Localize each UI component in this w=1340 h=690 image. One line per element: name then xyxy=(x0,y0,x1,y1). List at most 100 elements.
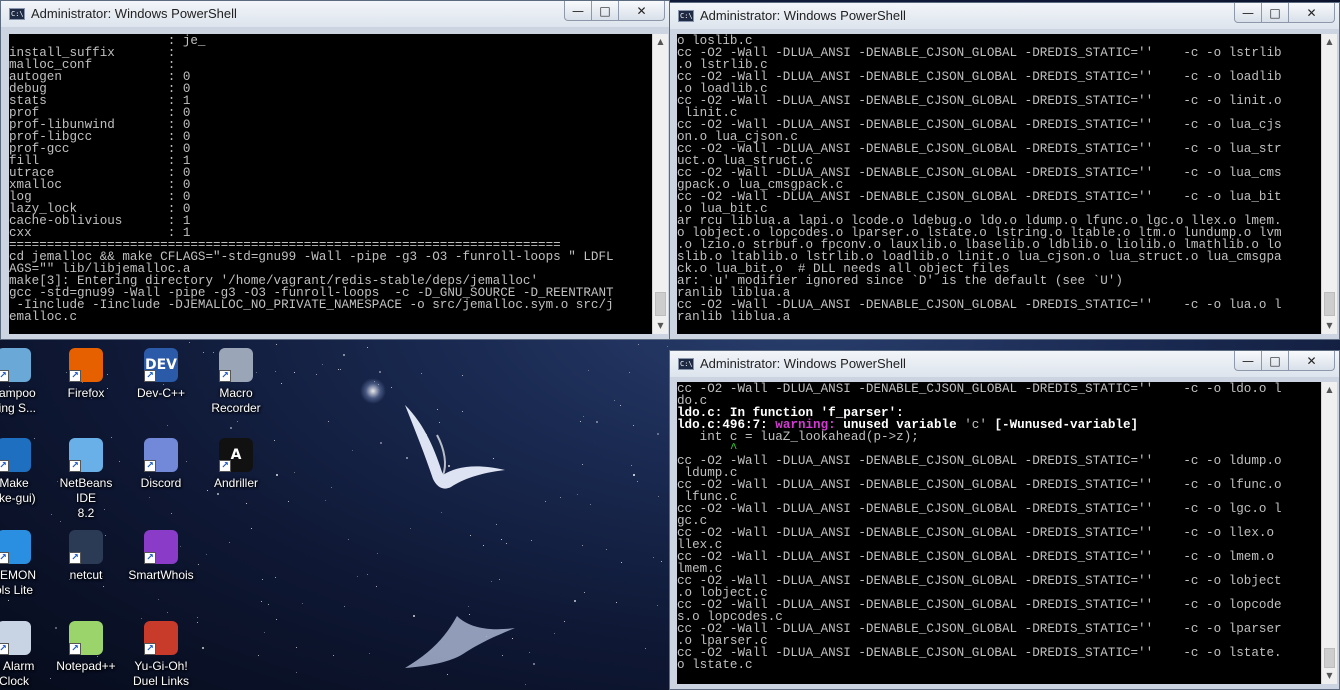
console-output[interactable]: : je_ install_suffix : malloc_conf : aut… xyxy=(9,34,652,334)
shortcut-arrow-icon: ↗ xyxy=(0,370,9,382)
scroll-down-arrow-icon[interactable]: ▼ xyxy=(653,318,668,334)
powershell-window-2[interactable]: C:\ Administrator: Windows PowerShell — … xyxy=(669,2,1340,340)
powershell-icon: C:\ xyxy=(9,8,25,20)
star xyxy=(525,684,526,685)
vertical-scrollbar[interactable]: ▲ ▼ xyxy=(1321,382,1337,684)
star xyxy=(441,512,442,513)
star xyxy=(577,494,578,495)
desktop-shortcut-label: Dev-C++ xyxy=(136,386,186,400)
desktop-shortcut[interactable]: ↗ Firefox xyxy=(48,348,124,401)
desktop-shortcut[interactable]: ↗ Discord xyxy=(123,438,199,491)
console-output[interactable]: o loslib.c cc -O2 -Wall -DLUA_ANSI -DENA… xyxy=(677,34,1321,334)
desktop-shortcut[interactable]: ↗ Yu-Gi-Oh! Duel Links xyxy=(123,621,199,689)
title-bar[interactable]: C:\ Administrator: Windows PowerShell — … xyxy=(670,351,1339,377)
star xyxy=(229,542,230,543)
console-line: cc -O2 -Wall -DLUA_ANSI -DENABLE_CJSON_G… xyxy=(677,478,1282,492)
star xyxy=(380,442,382,444)
window-title: Administrator: Windows PowerShell xyxy=(31,6,237,21)
close-button[interactable]: ✕ xyxy=(619,1,665,21)
desktop-shortcut-label: AEMONols Lite xyxy=(0,568,36,597)
star xyxy=(322,364,323,365)
star xyxy=(545,501,546,502)
star xyxy=(410,528,411,529)
console-output[interactable]: cc -O2 -Wall -DLUA_ANSI -DENABLE_CJSON_G… xyxy=(677,382,1321,684)
star xyxy=(158,599,159,600)
macro-recorder-icon: ↗ xyxy=(219,348,253,382)
shortcut-arrow-icon: ↗ xyxy=(144,370,156,382)
powershell-window-3[interactable]: C:\ Administrator: Windows PowerShell — … xyxy=(669,350,1340,690)
desktop-shortcut-label: netcut xyxy=(69,568,103,582)
desktop-shortcut-label: Macro Recorder xyxy=(211,386,261,415)
minimize-button[interactable]: — xyxy=(564,1,592,21)
desktop-shortcut[interactable]: ↗ e AlarmClock xyxy=(0,621,52,689)
console-line: emalloc.c xyxy=(9,310,78,324)
maximize-button[interactable]: □ xyxy=(1262,3,1289,23)
desktop-shortcut[interactable]: ↗ netcut xyxy=(48,530,124,583)
star-glow xyxy=(360,378,386,404)
desktop-shortcut[interactable]: ↗ Macro Recorder xyxy=(198,348,274,416)
maximize-button[interactable]: □ xyxy=(592,1,619,21)
bird-reflection-art xyxy=(405,616,515,668)
powershell-window-1[interactable]: C:\ Administrator: Windows PowerShell — … xyxy=(0,0,670,340)
scroll-down-arrow-icon[interactable]: ▼ xyxy=(1322,668,1337,684)
star xyxy=(606,549,607,550)
scroll-thumb[interactable] xyxy=(1324,292,1335,316)
star xyxy=(529,652,530,653)
scroll-down-arrow-icon[interactable]: ▼ xyxy=(1322,318,1337,334)
desktop-shortcut[interactable]: A ↗ Andriller xyxy=(198,438,274,491)
star xyxy=(276,619,277,620)
star xyxy=(506,543,507,544)
desktop-shortcut[interactable]: ↗ SmartWhois xyxy=(123,530,199,583)
minimize-button[interactable]: — xyxy=(1234,3,1262,23)
desktop-shortcut[interactable]: ↗ NetBeans IDE 8.2 xyxy=(48,438,124,521)
star xyxy=(533,663,535,665)
console-line: cc -O2 -Wall -DLUA_ANSI -DENABLE_CJSON_G… xyxy=(677,550,1275,564)
shortcut-arrow-icon: ↗ xyxy=(144,552,156,564)
star xyxy=(296,672,297,673)
star xyxy=(637,481,638,482)
star xyxy=(325,500,326,501)
desktop-shortcut-label: Andriller xyxy=(213,476,258,490)
desktop-shortcut[interactable]: ↗ hampooning S... xyxy=(0,348,52,416)
scroll-thumb[interactable] xyxy=(1324,648,1335,668)
star xyxy=(251,528,252,529)
star xyxy=(614,400,615,401)
minimize-button[interactable]: — xyxy=(1234,351,1262,371)
desktop-shortcut[interactable]: DEV ↗ Dev-C++ xyxy=(123,348,199,401)
scroll-up-arrow-icon[interactable]: ▲ xyxy=(1322,382,1337,398)
vertical-scrollbar[interactable]: ▲ ▼ xyxy=(1321,34,1337,334)
discord-icon: ↗ xyxy=(144,438,178,472)
scroll-up-arrow-icon[interactable]: ▲ xyxy=(1322,34,1337,50)
star xyxy=(483,545,484,546)
close-button[interactable]: ✕ xyxy=(1289,3,1335,23)
star xyxy=(206,554,207,555)
star xyxy=(653,557,654,558)
star xyxy=(103,586,104,587)
desktop-shortcut[interactable]: ↗ AEMONols Lite xyxy=(0,530,52,598)
star xyxy=(275,371,276,372)
maximize-button[interactable]: □ xyxy=(1262,351,1289,371)
shortcut-arrow-icon: ↗ xyxy=(69,643,81,655)
close-button[interactable]: ✕ xyxy=(1289,351,1335,371)
star xyxy=(274,440,275,441)
star xyxy=(275,577,276,578)
title-bar[interactable]: C:\ Administrator: Windows PowerShell — … xyxy=(1,1,669,27)
star xyxy=(596,421,598,423)
star xyxy=(141,618,142,619)
star xyxy=(281,383,282,384)
star xyxy=(564,621,565,622)
desktop-shortcut[interactable]: ↗ Notepad++ xyxy=(48,621,124,674)
star xyxy=(197,617,198,618)
star xyxy=(391,387,392,388)
desktop-shortcut[interactable]: ↗ Makeake-gui) xyxy=(0,438,52,506)
scroll-up-arrow-icon[interactable]: ▲ xyxy=(653,34,668,50)
title-bar[interactable]: C:\ Administrator: Windows PowerShell — … xyxy=(670,3,1339,29)
vertical-scrollbar[interactable]: ▲ ▼ xyxy=(652,34,668,334)
desktop-shortcut-label: Firefox xyxy=(67,386,105,400)
shortcut-arrow-icon: ↗ xyxy=(0,552,9,564)
console-line: cc -O2 -Wall -DLUA_ANSI -DENABLE_CJSON_G… xyxy=(677,502,1282,516)
star xyxy=(590,504,591,505)
star xyxy=(264,632,265,633)
scroll-thumb[interactable] xyxy=(655,292,666,316)
star xyxy=(582,545,583,546)
